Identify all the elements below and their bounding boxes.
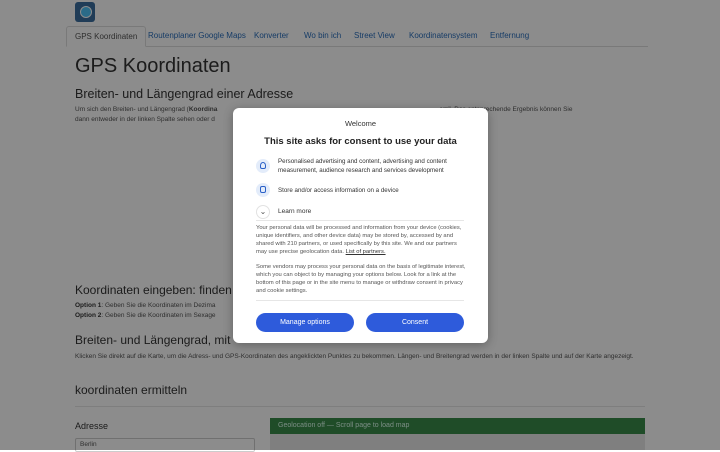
consent-purpose-ads: Personalised advertising and content, ad… xyxy=(278,158,447,174)
consent-title: This site asks for consent to use your d… xyxy=(264,136,457,147)
person-icon xyxy=(256,159,270,173)
consent-dialog: Welcome This site asks for consent to us… xyxy=(233,108,488,343)
device-icon xyxy=(256,183,270,197)
consent-divider-bottom xyxy=(256,300,464,301)
consent-purpose-storage: Store and/or access information on a dev… xyxy=(278,187,399,194)
learn-more-toggle[interactable]: Learn more xyxy=(278,208,311,215)
consent-welcome: Welcome xyxy=(344,119,377,128)
chevron-down-icon[interactable]: ⌄ xyxy=(256,205,270,219)
consent-button[interactable]: Consent xyxy=(366,313,464,332)
consent-divider xyxy=(256,220,464,221)
partners-link[interactable]: List of partners. xyxy=(346,249,386,255)
consent-text-1: Your personal data will be processed and… xyxy=(256,224,466,256)
manage-options-button[interactable]: Manage options xyxy=(256,313,354,332)
consent-text-2: Some vendors may process your personal d… xyxy=(256,264,466,294)
